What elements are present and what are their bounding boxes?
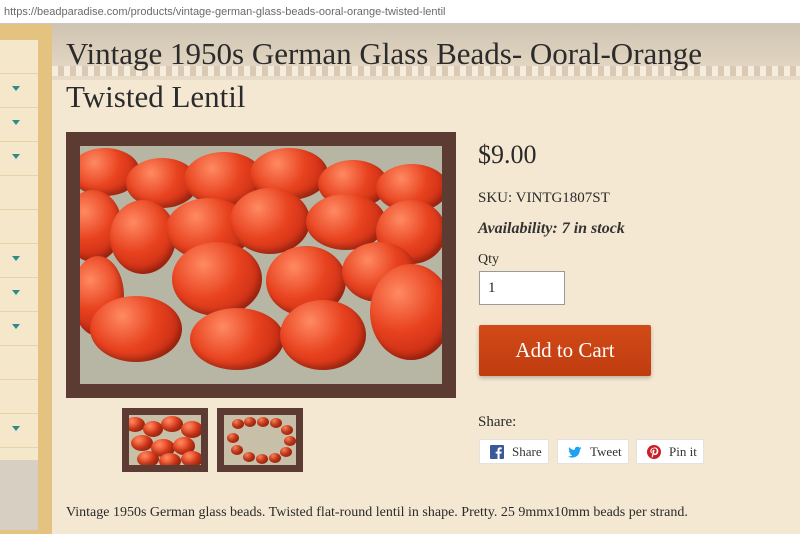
share-label: Share: [478, 414, 517, 430]
chevron-down-icon[interactable] [12, 426, 20, 431]
sidebar-item[interactable] [0, 176, 38, 210]
sidebar-item[interactable] [0, 244, 38, 278]
sidebar-item[interactable] [0, 108, 38, 142]
sidebar-item[interactable] [0, 346, 38, 380]
chevron-down-icon[interactable] [12, 290, 20, 295]
twitter-icon [568, 446, 582, 458]
product-description: Vintage 1950s German glass beads. Twiste… [66, 505, 688, 520]
qty-label: Qty [478, 252, 499, 267]
pinterest-icon [647, 445, 661, 459]
pinterest-share-button[interactable]: Pin it [636, 439, 704, 464]
share-button-label: Share [512, 444, 542, 459]
product-main-image[interactable] [66, 132, 456, 398]
sidebar-nav [0, 40, 38, 468]
product-sku: SKU: VINTG1807ST [478, 190, 610, 206]
availability-status: Availability: 7 in stock [478, 220, 625, 237]
share-button-label: Pin it [669, 444, 697, 459]
chevron-down-icon[interactable] [12, 86, 20, 91]
add-to-cart-button[interactable]: Add to Cart [479, 325, 651, 376]
facebook-icon [490, 445, 504, 459]
product-title: Vintage 1950s German Glass Beads- Ooral-… [66, 36, 703, 114]
sidebar-item[interactable] [0, 380, 38, 414]
product-thumbnail[interactable] [122, 408, 208, 472]
chevron-down-icon[interactable] [12, 256, 20, 261]
thumbnail-image [129, 415, 201, 465]
sidebar-item[interactable] [0, 414, 38, 448]
quantity-input[interactable] [479, 271, 565, 305]
product-thumbnail[interactable] [217, 408, 303, 472]
chevron-down-icon[interactable] [12, 120, 20, 125]
product-price: $9.00 [478, 140, 537, 169]
sidebar [0, 24, 52, 534]
sidebar-item[interactable] [0, 210, 38, 244]
thumbnail-image [224, 415, 296, 465]
share-button-label: Tweet [590, 444, 622, 459]
beads-photo [80, 146, 442, 384]
browser-url-bar[interactable]: https://beadparadise.com/products/vintag… [0, 0, 800, 24]
sidebar-panel [0, 460, 38, 530]
chevron-down-icon[interactable] [12, 324, 20, 329]
sidebar-item[interactable] [0, 312, 38, 346]
sidebar-item[interactable] [0, 142, 38, 176]
twitter-share-button[interactable]: Tweet [557, 439, 629, 464]
facebook-share-button[interactable]: Share [479, 439, 549, 464]
sidebar-item[interactable] [0, 40, 38, 74]
sidebar-item[interactable] [0, 278, 38, 312]
chevron-down-icon[interactable] [12, 154, 20, 159]
sidebar-item[interactable] [0, 74, 38, 108]
